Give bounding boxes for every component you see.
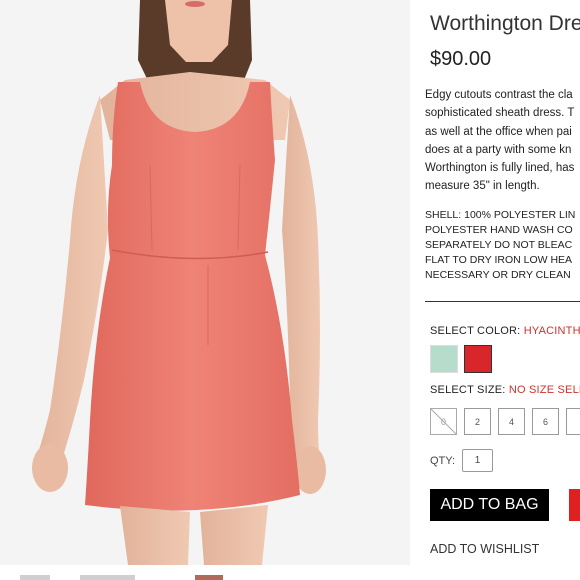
care-line: SHELL: 100% POLYESTER LIN [425, 209, 576, 221]
selected-size-value: NO SIZE SELE [508, 384, 580, 396]
size-option-label: 6 [542, 416, 548, 427]
description-line: as well at the office when pai [425, 125, 572, 138]
unavailable-cross-icon [430, 408, 457, 435]
qty-label: QTY: [430, 455, 456, 467]
care-line: NECESSARY OR DRY CLEAN [425, 269, 571, 281]
description-line: Edgy cutouts contrast the cla [425, 89, 573, 101]
size-option-4[interactable]: 4 [498, 408, 525, 435]
color-swatch-mint[interactable] [430, 345, 458, 373]
description-line: Worthington is fully lined, has [425, 162, 575, 175]
care-instructions: SHELL: 100% POLYESTER LIN POLYESTER HAND… [425, 208, 575, 283]
add-to-bag-button[interactable]: ADD TO BAG [430, 489, 549, 521]
size-option-6[interactable]: 6 [532, 408, 559, 435]
description-line: does at a party with some kn [425, 143, 572, 156]
size-option-label: 4 [508, 416, 514, 427]
size-option-0[interactable]: 0 [430, 408, 457, 435]
thumbnail-strip [0, 566, 410, 580]
product-photo[interactable] [0, 0, 410, 565]
size-label: SELECT SIZE: [430, 384, 506, 396]
buy-now-button[interactable] [569, 489, 580, 521]
product-detail-panel: Worthington Dres $90.00 Edgy cutouts con… [425, 0, 580, 580]
product-description: Edgy cutouts contrast the cla sophistica… [425, 86, 574, 196]
thumbnail-3[interactable] [195, 575, 223, 580]
thumbnail-1[interactable] [20, 575, 50, 580]
color-selector-label: SELECT COLOR: HYACINTH [430, 325, 580, 337]
description-line: sophisticated sheath dress. T [425, 107, 575, 120]
care-line: SEPARATELY DO NOT BLEAC [425, 239, 573, 251]
quantity-input[interactable]: 1 [462, 449, 493, 472]
color-label: SELECT COLOR: [430, 325, 521, 337]
description-line: measure 35" in length. [425, 180, 540, 193]
model-wearing-dress-image [0, 0, 410, 565]
size-option-2[interactable]: 2 [464, 408, 491, 435]
care-line: POLYESTER HAND WASH CO [425, 224, 573, 236]
care-line: FLAT TO DRY IRON LOW HEA [425, 254, 573, 266]
size-selector-label: SELECT SIZE: NO SIZE SELE [430, 384, 580, 396]
divider [425, 301, 580, 302]
selected-color-value: HYACINTH [523, 325, 580, 337]
product-title: Worthington Dres [430, 12, 580, 35]
size-option-more[interactable] [566, 408, 580, 435]
thumbnail-2[interactable] [80, 575, 135, 580]
add-to-wishlist-link[interactable]: ADD TO WISHLIST [430, 542, 539, 556]
color-swatch-red[interactable] [464, 345, 492, 373]
product-price: $90.00 [430, 48, 492, 70]
size-option-label: 2 [474, 416, 480, 427]
